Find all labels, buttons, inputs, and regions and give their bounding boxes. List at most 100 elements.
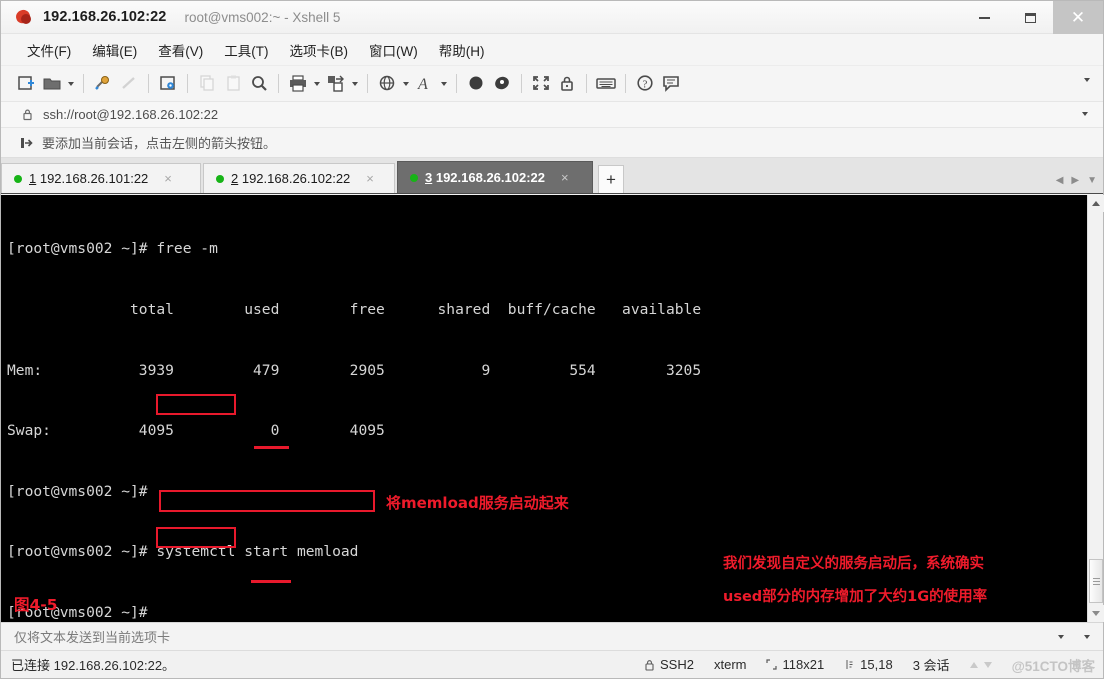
figure-tag: 图4-5	[14, 596, 58, 614]
paste-icon	[220, 70, 246, 98]
eye-icon[interactable]	[489, 70, 515, 98]
window-title-host: 192.168.26.102:22	[43, 9, 167, 25]
font-icon[interactable]: A	[412, 70, 438, 98]
menu-view[interactable]: 查看(V)	[149, 37, 212, 63]
menu-bar: 文件(F) 编辑(E) 查看(V) 工具(T) 选项卡(B) 窗口(W) 帮助(…	[1, 34, 1103, 66]
close-button[interactable]: ✕	[1053, 1, 1103, 34]
status-sessions-label: 3 会话	[912, 658, 950, 673]
tab-close-icon-2[interactable]: ×	[362, 171, 378, 186]
toolbar-separator	[521, 74, 522, 93]
session-properties-icon[interactable]	[155, 70, 181, 98]
maximize-button[interactable]	[1007, 1, 1053, 34]
tab-nav-controls: ◀ ▶ ▼	[1056, 175, 1097, 186]
title-bar: 192.168.26.102:22 root@vms002:~ - Xshell…	[1, 1, 1103, 34]
menu-file[interactable]: 文件(F)	[18, 37, 80, 63]
open-folder-icon[interactable]	[39, 70, 65, 98]
menu-edit[interactable]: 编辑(E)	[83, 37, 146, 63]
scrollbar-up-button[interactable]	[1088, 195, 1104, 212]
scrollbar-thumb[interactable]	[1089, 559, 1103, 603]
scrollbar-down-button[interactable]	[1088, 605, 1104, 622]
tab-scroll-left-icon[interactable]: ◀	[1056, 175, 1064, 186]
lock-icon	[645, 659, 654, 671]
print-icon[interactable]	[285, 70, 311, 98]
find-icon[interactable]	[246, 70, 272, 98]
keyboard-icon[interactable]	[593, 70, 619, 98]
annotation-underline-used-1509	[251, 580, 291, 584]
annotation-note-used-line1: 我们发现自定义的服务启动后，系统确实	[723, 556, 984, 572]
annotation-note-start: 将memload服务启动起来	[386, 494, 569, 512]
terminal-screen[interactable]: [root@vms002 ~]# free -m total used free…	[1, 195, 1087, 622]
tab-session-1[interactable]: 1 192.168.26.101:22 ×	[1, 163, 201, 193]
upload-arrow-icon	[969, 661, 978, 668]
toolbar-separator	[187, 74, 188, 93]
xshell-window: 192.168.26.102:22 root@vms002:~ - Xshell…	[0, 0, 1104, 679]
tab-label-2: 2 192.168.26.102:22	[231, 171, 351, 186]
toolbar-separator	[367, 74, 368, 93]
help-icon[interactable]: ?	[632, 70, 658, 98]
open-folder-dropdown-icon[interactable]	[68, 81, 74, 86]
status-term-type: xterm	[714, 657, 747, 672]
watermark: @51CTO博客	[1011, 658, 1095, 674]
tab-close-icon-3[interactable]: ×	[557, 170, 573, 185]
add-session-arrow-icon[interactable]	[19, 136, 33, 150]
globe-dropdown-icon[interactable]	[403, 81, 409, 86]
print-dropdown-icon[interactable]	[314, 81, 320, 86]
terminal-line: Mem: 3939 479 2905 9 554 3205	[7, 361, 702, 379]
toolbar-separator	[586, 74, 587, 93]
tab-status-dot-icon	[410, 173, 418, 182]
svg-text:?: ?	[643, 79, 648, 91]
globe-icon[interactable]	[374, 70, 400, 98]
svg-text:A: A	[417, 76, 428, 93]
menu-tabs[interactable]: 选项卡(B)	[281, 37, 358, 63]
lock-icon	[23, 109, 32, 121]
lock-icon[interactable]	[554, 70, 580, 98]
toolbar-separator	[625, 74, 626, 93]
status-sessions: 3 会话	[913, 655, 950, 674]
tab-scroll-right-icon[interactable]: ▶	[1071, 175, 1079, 186]
file-transfer-icon[interactable]	[323, 70, 349, 98]
xshell-app-icon	[14, 7, 34, 27]
download-arrow-icon	[983, 661, 992, 668]
status-screen-size: 118x21	[766, 657, 824, 672]
tab-label-1: 1 192.168.26.101:22	[29, 171, 149, 186]
chevron-up-icon	[1092, 201, 1100, 206]
address-bar[interactable]: ssh://root@192.168.26.102:22	[1, 102, 1103, 128]
send-bar-expand-icon[interactable]	[1084, 634, 1090, 639]
maximize-icon	[1024, 12, 1036, 23]
menu-help[interactable]: 帮助(H)	[430, 37, 494, 63]
terminal-line: Swap: 4095 0 4095	[7, 422, 385, 440]
chevron-down-icon	[1092, 611, 1100, 616]
new-tab-button[interactable]: +	[598, 165, 624, 193]
font-dropdown-icon[interactable]	[441, 81, 447, 86]
toolbar-separator	[456, 74, 457, 93]
send-to-tab-bar[interactable]: 仅将文本发送到当前选项卡	[1, 622, 1103, 650]
terminal-line: total used free shared buff/cache availa…	[7, 301, 702, 318]
highlight-icon[interactable]	[463, 70, 489, 98]
send-bar-controls	[1055, 634, 1093, 639]
tab-label-3: 3 192.168.26.102:22	[425, 170, 546, 185]
menu-tools[interactable]: 工具(T)	[215, 37, 277, 63]
terminal-scrollbar[interactable]	[1087, 195, 1104, 622]
toolbar-overflow-icon[interactable]	[1084, 78, 1090, 82]
send-bar-dropdown-icon[interactable]	[1058, 634, 1064, 639]
minimize-button[interactable]	[961, 1, 1007, 34]
status-bar: 已连接 192.168.26.102:22。 SSH2 xterm 118x21	[1, 650, 1103, 678]
comment-icon[interactable]	[658, 70, 684, 98]
fullscreen-icon[interactable]	[528, 70, 554, 98]
connect-icon[interactable]	[90, 70, 116, 98]
info-bar-text: 要添加当前会话，点击左侧的箭头按钮。	[42, 136, 277, 151]
menu-window[interactable]: 窗口(W)	[360, 37, 427, 63]
address-dropdown-icon[interactable]	[1082, 112, 1088, 116]
tab-session-2[interactable]: 2 192.168.26.102:22 ×	[203, 163, 395, 193]
tab-status-dot-icon	[14, 174, 22, 183]
tab-close-icon-1[interactable]: ×	[160, 171, 176, 186]
tab-status-dot-icon	[216, 174, 224, 183]
tab-session-3[interactable]: 3 192.168.26.102:22 ×	[397, 161, 593, 193]
new-session-icon[interactable]	[13, 70, 39, 98]
annotation-note-used-line2: used部分的内存增加了大约1G的使用率	[723, 589, 988, 605]
tab-list-dropdown-icon[interactable]: ▼	[1087, 175, 1097, 186]
status-right-group: SSH2 xterm 118x21 15,18 3 会话 @51CTO博客	[644, 655, 1095, 675]
close-icon: ✕	[1070, 8, 1086, 27]
status-screen-size-label: 118x21	[782, 657, 825, 672]
file-transfer-dropdown-icon[interactable]	[352, 81, 358, 86]
